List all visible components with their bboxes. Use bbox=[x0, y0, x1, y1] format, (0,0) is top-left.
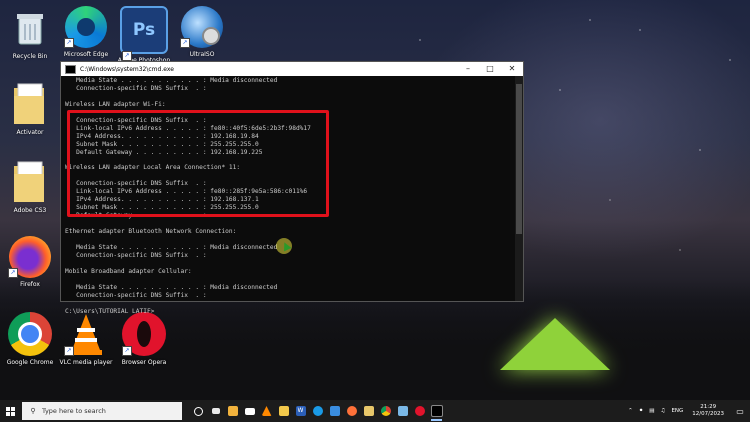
windows-logo-icon bbox=[5, 406, 15, 416]
widgets-icon[interactable] bbox=[207, 400, 224, 422]
folder-icon bbox=[8, 82, 52, 126]
taskbar-clock[interactable]: 21:29 12/07/2023 bbox=[692, 404, 724, 418]
chrome-taskbar-icon[interactable] bbox=[377, 400, 394, 422]
cmd-line: Ethernet adapter Bluetooth Network Conne… bbox=[65, 228, 237, 236]
desktop: Recycle Bin Microsoft Edge ↗ Ps Adobe Ph… bbox=[0, 0, 750, 400]
desktop-icon-activator[interactable]: Activator bbox=[0, 82, 60, 136]
notification-icon[interactable]: ▭ bbox=[733, 407, 747, 416]
desktop-icon-edge[interactable]: Microsoft Edge ↗ bbox=[56, 6, 116, 58]
task-view-icon[interactable] bbox=[190, 400, 207, 422]
cmd-line: Wireless LAN adapter Wi-Fi: bbox=[65, 100, 166, 108]
recycle-bin-icon bbox=[8, 6, 52, 50]
taskbar-search-box[interactable]: ⚲ Type here to search bbox=[22, 402, 182, 420]
start-button[interactable] bbox=[0, 400, 20, 422]
desktop-icon-vlc[interactable]: VLC media player ↗ bbox=[56, 312, 116, 366]
firefox-taskbar-icon[interactable] bbox=[343, 400, 360, 422]
cmd-line: Mobile Broadband adapter Cellular: bbox=[65, 267, 192, 275]
language-indicator[interactable]: ENG bbox=[671, 408, 683, 414]
minimize-button[interactable]: – bbox=[457, 62, 479, 76]
word-icon[interactable]: W bbox=[292, 400, 309, 422]
microphone-icon[interactable]: ⚫ bbox=[639, 408, 644, 414]
cmd-line bbox=[65, 236, 519, 244]
search-icon: ⚲ bbox=[30, 407, 36, 415]
shortcut-arrow-icon: ↗ bbox=[122, 346, 132, 356]
cmd-line: Media State . . . . . . . . . . . : Medi… bbox=[65, 77, 278, 84]
shortcut-arrow-icon: ↗ bbox=[180, 38, 190, 48]
shortcut-arrow-icon: ↗ bbox=[64, 346, 74, 356]
cmd-line: Connection-specific DNS Suffix . : bbox=[65, 84, 207, 92]
network-icon[interactable]: ▤ bbox=[649, 408, 654, 414]
taskbar-apps: W bbox=[190, 400, 445, 422]
file-explorer-icon[interactable] bbox=[275, 400, 292, 422]
scrollbar-thumb[interactable] bbox=[516, 84, 522, 234]
cmd-line bbox=[65, 93, 519, 101]
clock-date: 12/07/2023 bbox=[692, 411, 724, 417]
cmd-line: Media State . . . . . . . . . . . : Medi… bbox=[65, 244, 278, 252]
chevron-up-icon[interactable]: ⌃ bbox=[628, 408, 633, 414]
cmd-line: C:\Users\TUTORIAL LATIF> bbox=[65, 307, 155, 315]
tent-wallpaper bbox=[500, 318, 610, 370]
notepad-icon[interactable] bbox=[394, 400, 411, 422]
mouse-cursor-icon bbox=[276, 238, 292, 254]
desktop-icon-chrome[interactable]: Google Chrome bbox=[0, 312, 60, 366]
shortcut-arrow-icon: ↗ bbox=[8, 268, 18, 278]
volume-icon[interactable]: ♫ bbox=[661, 408, 666, 414]
desktop-icon-ultraiso[interactable]: UltraISO ↗ bbox=[172, 6, 232, 58]
red-highlight-box bbox=[67, 110, 329, 217]
cmd-titlebar[interactable]: C:\Windows\system32\cmd.exe – □ ✕ bbox=[61, 62, 523, 76]
search-placeholder: Type here to search bbox=[42, 407, 106, 415]
cmd-line bbox=[65, 260, 519, 268]
cmd-line: Connection-specific DNS Suffix . : bbox=[65, 291, 207, 299]
chrome-icon bbox=[8, 312, 52, 356]
folder-taskbar-icon[interactable] bbox=[360, 400, 377, 422]
store-icon[interactable] bbox=[224, 400, 241, 422]
cmd-taskbar-icon[interactable] bbox=[428, 400, 445, 422]
cmd-scrollbar[interactable] bbox=[515, 76, 523, 301]
photoshop-icon: Ps bbox=[120, 6, 168, 54]
close-button[interactable]: ✕ bbox=[501, 62, 523, 76]
shortcut-arrow-icon: ↗ bbox=[64, 38, 74, 48]
desktop-icon-recycle-bin[interactable]: Recycle Bin bbox=[0, 6, 60, 60]
clock-time: 21:29 bbox=[700, 404, 717, 410]
cmd-line: Connection-specific DNS Suffix . : bbox=[65, 251, 207, 259]
shortcut-arrow-icon: ↗ bbox=[122, 51, 132, 61]
recorder-icon[interactable] bbox=[411, 400, 428, 422]
edge-taskbar-icon[interactable] bbox=[309, 400, 326, 422]
cmd-line bbox=[65, 300, 519, 308]
cmd-line bbox=[65, 220, 519, 228]
system-tray: ⌃ ⚫ ▤ ♫ ENG 21:29 12/07/2023 ▭ bbox=[625, 404, 750, 418]
cmd-icon bbox=[65, 64, 76, 74]
mail-icon[interactable] bbox=[241, 400, 258, 422]
cmd-line: Media State . . . . . . . . . . . : Medi… bbox=[65, 283, 278, 291]
cmd-line bbox=[65, 276, 519, 284]
folder-icon bbox=[8, 160, 52, 204]
desktop-icon-adobe-cs3[interactable]: Adobe CS3 bbox=[0, 160, 60, 214]
cmd-window-title: C:\Windows\system32\cmd.exe bbox=[80, 65, 174, 73]
vlc-taskbar-icon[interactable] bbox=[258, 400, 275, 422]
desktop-icon-firefox[interactable]: Firefox ↗ bbox=[0, 236, 60, 288]
desktop-icon-opera[interactable]: Browser Opera ↗ bbox=[114, 312, 174, 366]
taskbar: ⚲ Type here to search W ⌃ ⚫ ▤ ♫ ENG 21:2… bbox=[0, 400, 750, 422]
photos-icon[interactable] bbox=[326, 400, 343, 422]
maximize-button[interactable]: □ bbox=[479, 62, 501, 76]
